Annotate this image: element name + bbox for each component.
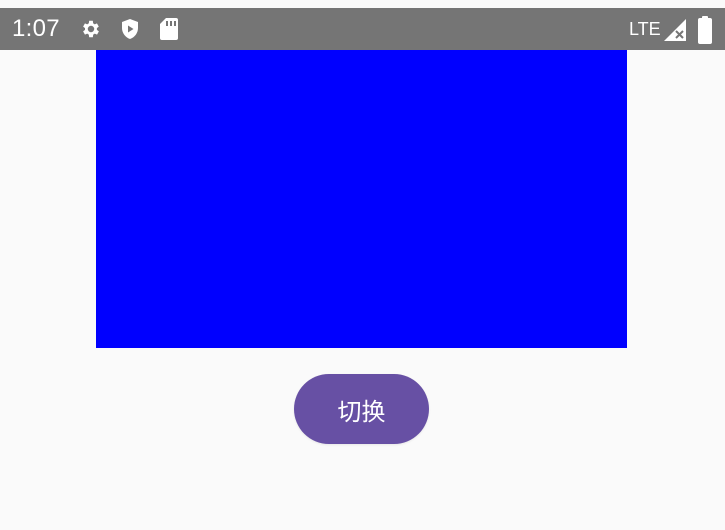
battery-icon (698, 16, 712, 44)
signal-no-data-icon (664, 19, 686, 41)
status-time: 1:07 (12, 15, 60, 42)
toggle-button[interactable]: 切换 (294, 374, 429, 444)
sd-card-icon (160, 18, 178, 40)
network-type-label: LTE (629, 19, 661, 39)
status-bar: 1:07 LTE (0, 8, 725, 50)
shield-play-icon (122, 19, 138, 39)
app-screen: 1:07 LTE 切换 (0, 0, 725, 530)
gear-icon (83, 20, 99, 38)
blue-content-block (96, 50, 627, 348)
